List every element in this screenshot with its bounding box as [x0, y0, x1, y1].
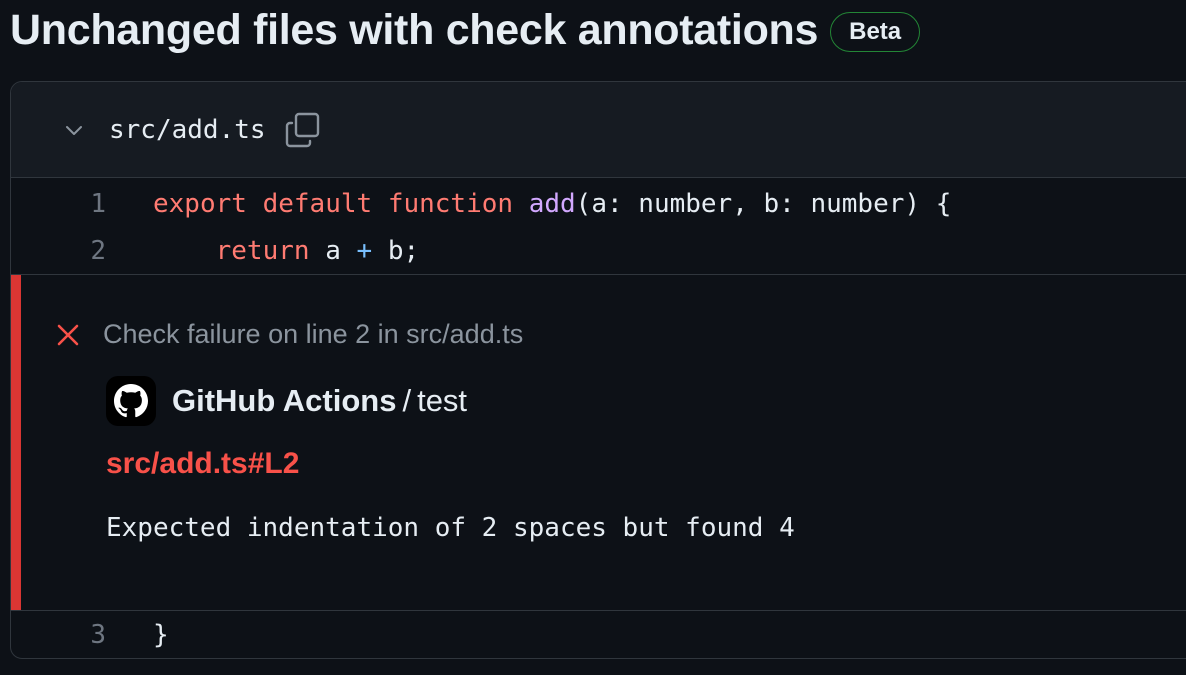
copy-path-button[interactable]: [284, 111, 322, 149]
file-header: src/add.ts: [11, 82, 1186, 178]
code-token-keyword: function: [387, 188, 514, 219]
github-logo-icon: [114, 384, 148, 418]
code-line: }: [153, 620, 169, 650]
chevron-down-icon: [66, 125, 82, 135]
code-token-keyword: default: [262, 188, 373, 219]
code-token-plain: }: [153, 620, 169, 650]
code-token-function: add: [528, 188, 576, 219]
code-token-plain: (a: number, b: number) {: [575, 188, 952, 219]
x-icon: [57, 324, 79, 345]
annotation-title: Check failure on line 2 in src/add.ts: [103, 319, 524, 349]
annotation-message: Expected indentation of 2 spaces but fou…: [106, 513, 795, 543]
code-line: export default function add(a: number, b…: [153, 189, 951, 219]
line-number[interactable]: 3: [11, 620, 106, 650]
github-actions-avatar[interactable]: [106, 376, 156, 426]
code-token-keyword: return: [215, 235, 310, 266]
annotation-title-row: Check failure on line 2 in src/add.ts: [55, 319, 523, 350]
failure-bar: [11, 275, 21, 610]
beta-badge: Beta: [830, 12, 921, 52]
source-job[interactable]: test: [417, 383, 467, 419]
file-path[interactable]: src/add.ts: [109, 115, 266, 145]
code-line: return a + b;: [153, 235, 420, 266]
code-row: 2 return a + b;: [11, 227, 1186, 274]
code-token-keyword: export: [153, 188, 247, 219]
source-name[interactable]: GitHub Actions: [172, 383, 396, 419]
source-separator: /: [402, 383, 412, 418]
page-title: Unchanged files with check annotations: [10, 6, 819, 54]
code-token-operator: +: [356, 235, 373, 266]
annotation-source: GitHub Actions / test: [106, 376, 467, 426]
line-number[interactable]: 1: [11, 189, 106, 219]
file-box: src/add.ts 1 export default function add…: [10, 81, 1186, 659]
check-annotation: Check failure on line 2 in src/add.ts Gi…: [11, 274, 1186, 611]
code-row: 1 export default function add(a: number,…: [11, 180, 1186, 227]
page-header: Unchanged files with check annotations B…: [10, 4, 921, 56]
code-row: 3 }: [11, 611, 1186, 658]
collapse-button[interactable]: [61, 117, 87, 143]
line-number[interactable]: 2: [11, 236, 106, 266]
copy-icon: [285, 112, 319, 147]
code-token-plain: a: [309, 235, 357, 266]
code-token-plain: b;: [372, 235, 420, 266]
annotation-file-link[interactable]: src/add.ts#L2: [106, 447, 299, 481]
